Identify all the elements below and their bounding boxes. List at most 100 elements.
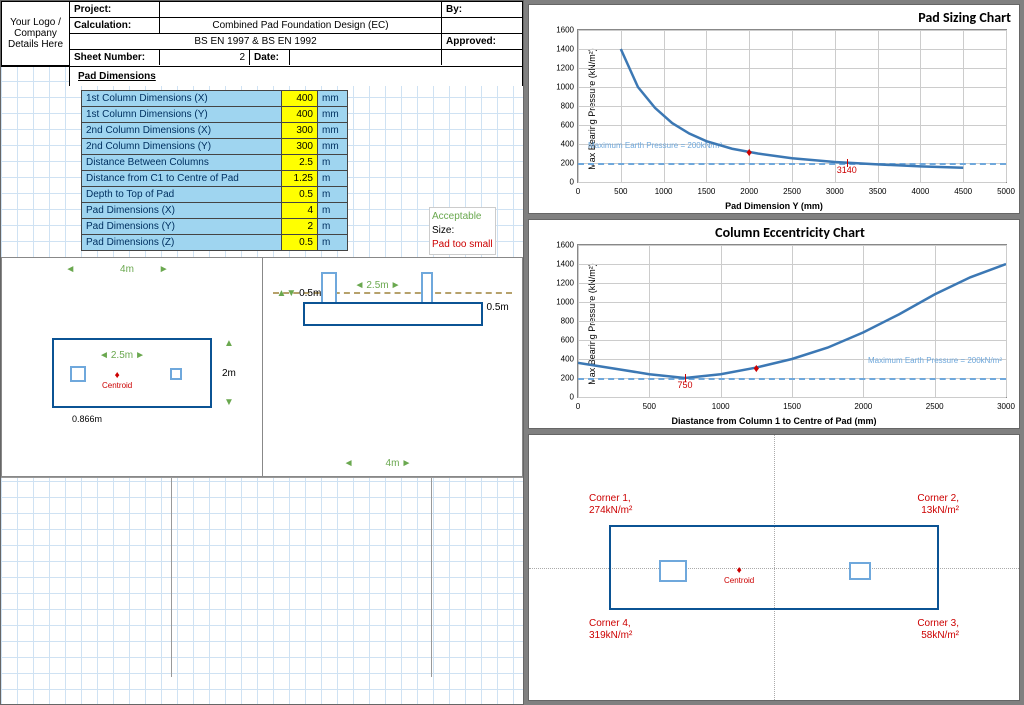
status-too-small: Pad too small [432,238,493,252]
dim-value[interactable]: 300 [282,123,318,139]
dim-value[interactable]: 300 [282,139,318,155]
corner-col2 [849,562,871,580]
section-title: Pad Dimensions [69,67,523,86]
status-size-label: Size: [432,224,493,238]
corner-pressure-diagram: Centroid Corner 1,274kN/m² Corner 2,13kN… [528,434,1020,701]
pad-sizing-chart: Pad Sizing Chart Max Bearing Pressure (k… [528,4,1020,214]
dim-row: Depth to Top of Pad0.5m [82,187,348,203]
ytick: 1200 [550,279,574,288]
dim-unit: m [318,203,348,219]
plan-centroid: Centroid [102,370,132,390]
plan-spacing: 2.5m [72,350,172,361]
ytick: 1600 [550,26,574,35]
xtick: 0 [576,402,580,411]
approved-value[interactable] [442,50,522,65]
eccentricity-chart: Column Eccentricity Chart Max Bearing Pr… [528,219,1020,429]
ytick: 1200 [550,64,574,73]
plot-area: 0500100015002000250030000200400600800100… [577,244,1007,398]
ytick: 1000 [550,83,574,92]
dim-label: 1st Column Dimensions (Y) [82,107,282,123]
dim-unit: mm [318,91,348,107]
dim-label: Pad Dimensions (Y) [82,219,282,235]
ytick: 600 [550,121,574,130]
plan-height-arrow: ▲ 2m ▼ [222,338,236,408]
dim-unit: m [318,219,348,235]
xtick: 2000 [854,402,872,411]
elev-thick: 0.5m [487,302,509,326]
calculation-value[interactable]: Combined Pad Foundation Design (EC) [160,18,442,33]
plan-offset: 0.866m [72,414,102,424]
dim-row: Pad Dimensions (Y)2m [82,219,348,235]
xtick: 1000 [712,402,730,411]
ytick: 800 [550,317,574,326]
dim-row: 2nd Column Dimensions (X)300mm [82,123,348,139]
xtick: 0 [576,187,580,196]
ytick: 400 [550,140,574,149]
plan-col2 [170,368,182,380]
chart-title: Column Eccentricity Chart [569,224,1011,241]
ytick: 200 [550,374,574,383]
dim-value[interactable]: 2.5 [282,155,318,171]
dim-value[interactable]: 1.25 [282,171,318,187]
sheet-label: Sheet Number: [70,50,160,65]
corner-4: Corner 4,319kN/m² [589,618,632,642]
spreadsheet-panel: Your Logo / Company Details Here Project… [0,0,524,705]
xtick: 5000 [997,187,1015,196]
title-block: Your Logo / Company Details Here Project… [1,1,523,67]
plot-area: 0500100015002000250030003500400045005000… [577,29,1007,183]
xtick: 3500 [869,187,887,196]
approved-label: Approved: [442,34,522,49]
elev-pad [303,302,483,326]
sheet-value[interactable]: 2 [160,50,250,65]
dim-label: Distance from C1 to Centre of Pad [82,171,282,187]
elevation-diagram: 2.5m ▲▼ 0.5m 0.5m 4m [263,257,524,477]
dim-unit: m [318,171,348,187]
xtick: 500 [643,402,656,411]
ytick: 1400 [550,45,574,54]
ytick: 1000 [550,298,574,307]
dim-row: 1st Column Dimensions (X)400mm [82,91,348,107]
corner-1: Corner 1,274kN/m² [589,493,632,517]
dim-label: Pad Dimensions (Z) [82,235,282,251]
by-value[interactable] [442,18,522,33]
dim-unit: mm [318,123,348,139]
dim-value[interactable]: 400 [282,91,318,107]
by-label: By: [442,2,522,17]
xtick: 2500 [783,187,801,196]
xtick: 1500 [783,402,801,411]
dim-value[interactable]: 2 [282,219,318,235]
dim-unit: mm [318,139,348,155]
corner-col1 [659,560,687,582]
dimensions-table: 1st Column Dimensions (X)400mm1st Column… [81,90,348,251]
dim-label: Distance Between Columns [82,155,282,171]
date-value[interactable] [290,50,442,65]
dim-row: Distance from C1 to Centre of Pad1.25m [82,171,348,187]
plan-width-arrow: 4m [52,264,202,275]
chart-title: Pad Sizing Chart [569,9,1011,26]
project-label: Project: [70,2,160,17]
ytick: 0 [550,393,574,402]
plan-col1 [70,366,86,382]
diagram-row: 4m Centroid 2.5m 0.866m ▲ 2m ▼ 2.5m ▲▼ 0… [1,257,523,477]
dim-value[interactable]: 4 [282,203,318,219]
ytick: 1600 [550,241,574,250]
date-label: Date: [250,50,290,65]
charts-panel: Pad Sizing Chart Max Bearing Pressure (k… [524,0,1024,705]
status-box: Acceptable Size: Pad too small [429,207,496,255]
xlabel: Pad Dimension Y (mm) [529,201,1019,211]
xtick: 2500 [926,402,944,411]
corner-3: Corner 3,58kN/m² [917,618,959,642]
xtick: 2000 [740,187,758,196]
dim-row: 2nd Column Dimensions (Y)300mm [82,139,348,155]
blank-area [1,477,523,677]
dim-value[interactable]: 0.5 [282,187,318,203]
dim-value[interactable]: 0.5 [282,235,318,251]
corner-2: Corner 2,13kN/m² [917,493,959,517]
project-value[interactable] [160,2,442,17]
dim-value[interactable]: 400 [282,107,318,123]
elev-depth: ▲▼ 0.5m [277,288,322,299]
ytick: 1400 [550,260,574,269]
marker-icon: ♦ [753,361,759,375]
ytick: 0 [550,178,574,187]
dim-unit: m [318,235,348,251]
